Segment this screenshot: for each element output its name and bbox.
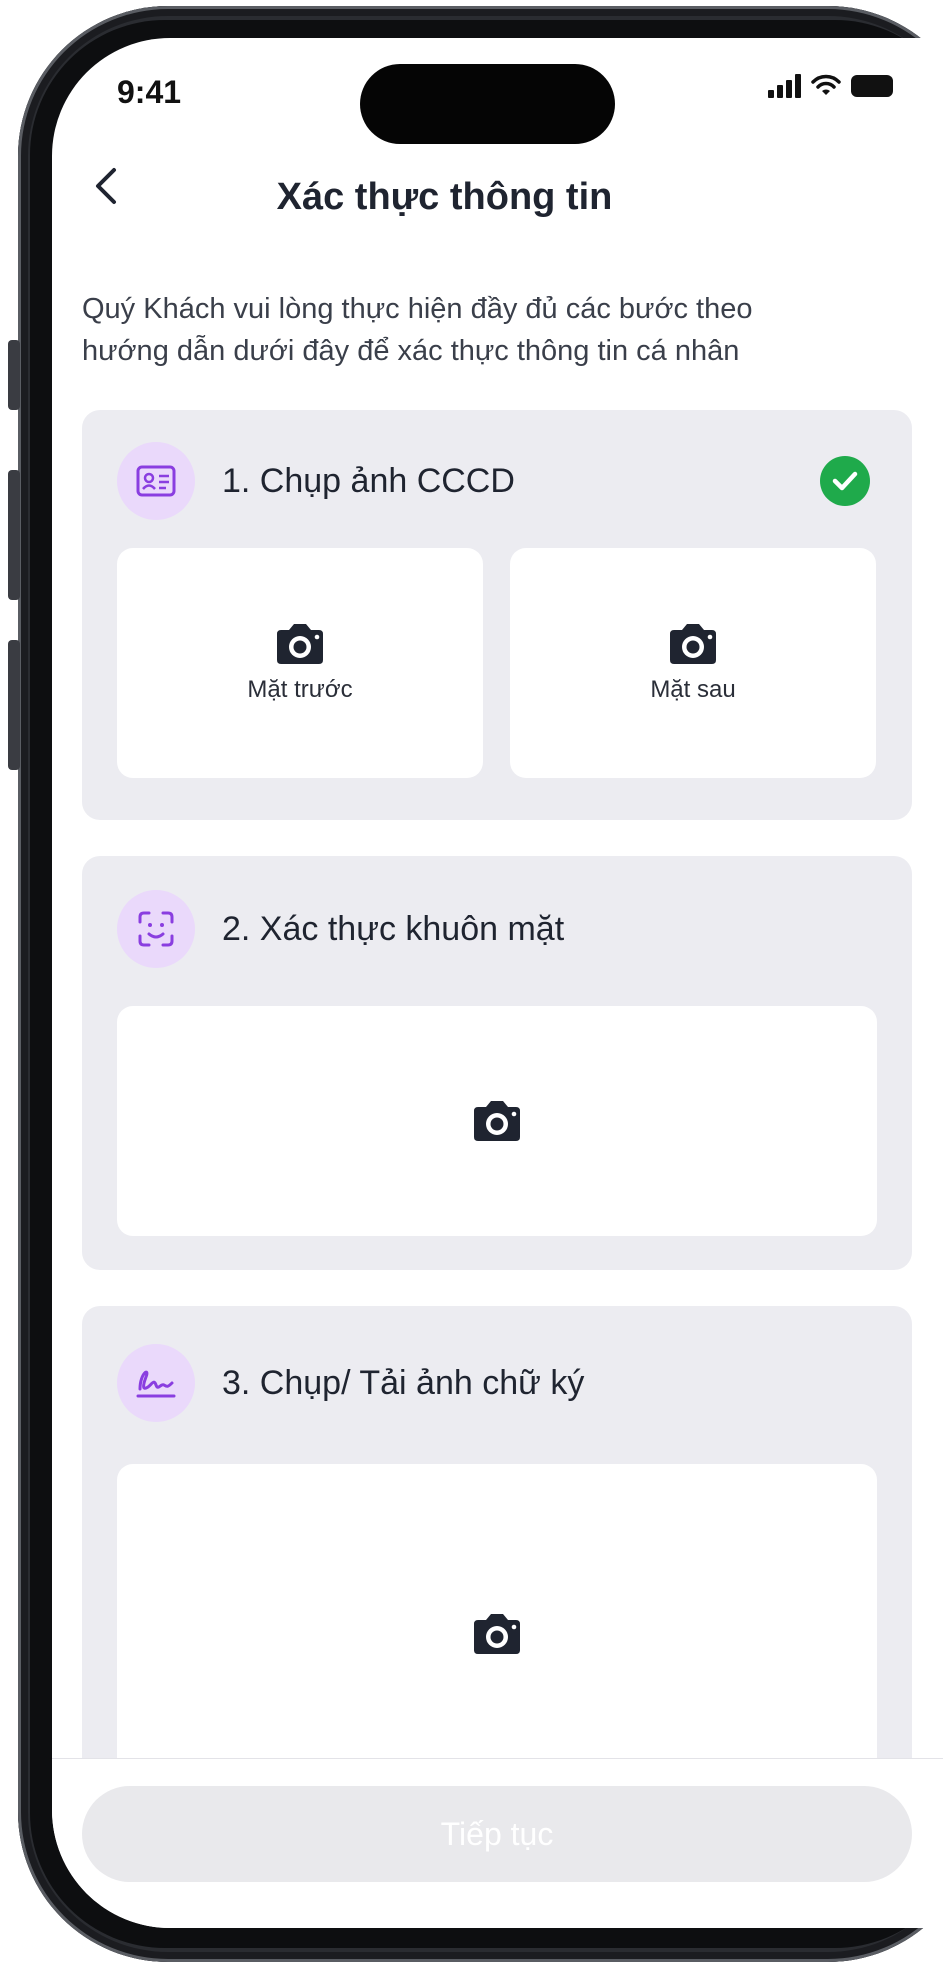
battery-icon [851, 75, 893, 97]
phone-side-button [8, 340, 20, 410]
face-capture-area[interactable] [117, 1006, 877, 1236]
dynamic-island [360, 64, 615, 144]
step-card-face-verify: 2. Xác thực khuôn mặt [82, 856, 912, 1270]
step-title: 3. Chụp/ Tải ảnh chữ ký [222, 1364, 585, 1402]
status-time: 9:41 [117, 74, 182, 110]
camera-icon [670, 624, 716, 664]
wifi-icon [811, 74, 841, 95]
check-circle-icon [820, 456, 870, 506]
slot-label: Mặt sau [650, 676, 736, 703]
slot-label: Mặt trước [247, 676, 353, 703]
phone-side-button [8, 470, 20, 600]
signature-upload-area[interactable] [117, 1464, 877, 1804]
continue-button[interactable]: Tiếp tục [82, 1786, 912, 1882]
app-screen: 9:41 Xác thực thông tin Quý Khách vui lò… [52, 38, 943, 1928]
step-title: 2. Xác thực khuôn mặt [222, 910, 565, 948]
camera-icon [277, 624, 323, 664]
signal-icon [768, 74, 801, 98]
camera-icon [474, 1101, 520, 1141]
intro-text: Quý Khách vui lòng thực hiện đầy đủ các … [82, 293, 753, 367]
id-front-upload[interactable]: Mặt trước [117, 548, 483, 778]
phone-side-button [8, 640, 20, 770]
face-scan-icon [117, 890, 195, 968]
id-card-icon [117, 442, 195, 520]
camera-icon [474, 1614, 520, 1654]
step-card-signature: 3. Chụp/ Tải ảnh chữ ký [82, 1306, 912, 1826]
id-back-upload[interactable]: Mặt sau [510, 548, 876, 778]
page-title: Xác thực thông tin [276, 176, 613, 218]
status-icons [768, 74, 893, 98]
step-title: 1. Chụp ảnh CCCD [222, 462, 515, 500]
step-card-id-photo: 1. Chụp ảnh CCCD Mặt trước Mặt sau [82, 410, 912, 820]
signature-icon [117, 1344, 195, 1422]
